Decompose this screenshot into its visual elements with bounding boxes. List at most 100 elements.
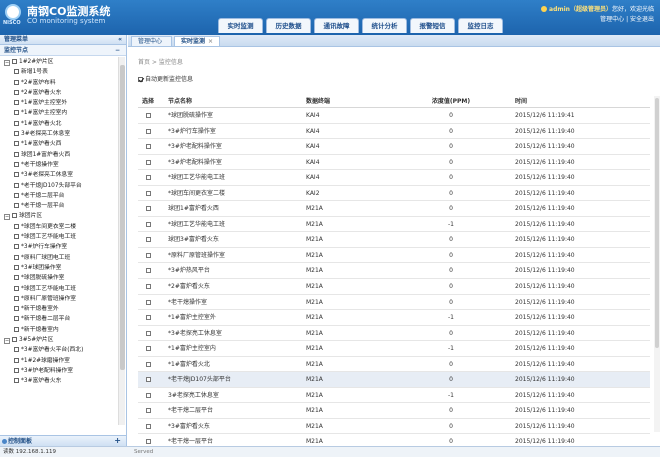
tree-toggle-icon[interactable]: −: [4, 338, 10, 345]
tree-checkbox[interactable]: [12, 59, 17, 64]
tab-realtime[interactable]: 实时监测 ×: [174, 36, 221, 46]
tree-node[interactable]: *3#富炉看火平台(西北): [0, 345, 117, 355]
tree-checkbox[interactable]: [14, 79, 19, 85]
tree-node[interactable]: *1#富炉主控室内: [0, 108, 117, 118]
row-checkbox[interactable]: [145, 190, 151, 196]
tree-checkbox[interactable]: [14, 141, 19, 147]
tree-checkbox[interactable]: [14, 151, 19, 157]
row-checkbox[interactable]: [145, 159, 151, 165]
tree-node[interactable]: *1#富炉看火北: [0, 119, 117, 129]
table-row[interactable]: *原料厂原管班操作室 M21A 0 2015/12/6 11:19:40: [138, 248, 650, 264]
tree-checkbox[interactable]: [14, 357, 19, 363]
tree-checkbox[interactable]: [12, 213, 17, 219]
tree-node[interactable]: *2#富炉看火东: [0, 88, 117, 98]
tree-checkbox[interactable]: [14, 275, 19, 281]
table-row[interactable]: *球团车间更衣室二楼 KAI2 0 2015/12/6 11:19:40: [138, 186, 650, 202]
tree-checkbox[interactable]: [14, 172, 19, 178]
tree-checkbox[interactable]: [14, 254, 19, 260]
auto-refresh-checkbox[interactable]: [138, 77, 143, 82]
tree-toggle-icon[interactable]: −: [4, 214, 10, 221]
table-row[interactable]: *2#富炉看火东 M21A 0 2015/12/6 11:19:40: [138, 279, 650, 295]
row-checkbox[interactable]: [145, 175, 151, 181]
tree-checkbox[interactable]: [14, 285, 19, 291]
collapse-icon[interactable]: «: [118, 35, 122, 45]
row-checkbox[interactable]: [145, 377, 151, 383]
tree-checkbox[interactable]: [14, 264, 19, 270]
tree-node[interactable]: *2#富炉布料: [0, 78, 117, 88]
tree-node[interactable]: *老干熄操作室: [0, 160, 117, 170]
table-row[interactable]: *1#富炉主控室外 M21A -1 2015/12/6 11:19:40: [138, 310, 650, 326]
nav-tab[interactable]: 监控日志: [458, 18, 503, 33]
tree-checkbox[interactable]: [14, 120, 19, 126]
table-row[interactable]: *老干熄操作室 M21A 0 2015/12/6 11:19:40: [138, 295, 650, 311]
tree-group[interactable]: − 球团片区: [0, 211, 117, 221]
table-row[interactable]: *3#炉热风平台 M21A 0 2015/12/6 11:19:40: [138, 263, 650, 280]
table-row[interactable]: *3#富炉看火东 M21A 0 2015/12/6 11:19:40: [138, 419, 650, 435]
tree-checkbox[interactable]: [14, 234, 19, 240]
nav-tab[interactable]: 实时监测: [218, 18, 263, 33]
tree-node[interactable]: *老干熄JD107头部平台: [0, 181, 117, 191]
tab-manage-center[interactable]: 管理中心: [131, 36, 173, 46]
scroll-thumb[interactable]: [120, 65, 125, 370]
row-checkbox[interactable]: [145, 315, 151, 321]
row-checkbox[interactable]: [145, 284, 151, 290]
table-row[interactable]: *3#炉行车操作室 KAI4 0 2015/12/6 11:19:40: [138, 124, 650, 140]
tree-node[interactable]: *球团脱硫操作室: [0, 273, 117, 283]
table-row[interactable]: *3#老探亮工休息室 M21A 0 2015/12/6 11:19:40: [138, 326, 650, 342]
row-checkbox[interactable]: [145, 221, 151, 227]
tree-checkbox[interactable]: [14, 367, 19, 373]
monitor-node-section[interactable]: 监控节点 −: [0, 45, 126, 56]
tree-node[interactable]: *3#炉行车操作室: [0, 242, 117, 252]
table-row[interactable]: 球团3#富炉看火东 M21A 0 2015/12/6 11:19:40: [138, 232, 650, 248]
tree-node[interactable]: *老干熄二层平台: [0, 191, 117, 201]
expand-plus-icon[interactable]: +: [114, 436, 121, 446]
nav-tab[interactable]: 统计分析: [362, 18, 407, 33]
table-row[interactable]: *老干熄二层平台 M21A 0 2015/12/6 11:19:40: [138, 403, 650, 419]
table-row[interactable]: 3#老探亮工休息室 M21A -1 2015/12/6 11:19:40: [138, 388, 650, 404]
tree-node[interactable]: *1#富炉主控室外: [0, 98, 117, 108]
tree-checkbox[interactable]: [14, 131, 19, 137]
table-row[interactable]: *3#炉老配料操作室 KAI4 0 2015/12/6 11:19:40: [138, 155, 650, 171]
tree-node[interactable]: *原料厂球团电工班: [0, 253, 117, 263]
row-checkbox[interactable]: [145, 144, 151, 150]
tree-node[interactable]: 3#老探亮工休息室: [0, 129, 117, 139]
tree-checkbox[interactable]: [14, 244, 19, 250]
row-checkbox[interactable]: [145, 346, 151, 352]
table-row[interactable]: *1#富炉主控室内 M21A -1 2015/12/6 11:19:40: [138, 341, 650, 357]
tree-node[interactable]: *3#老探亮工休息室: [0, 170, 117, 180]
table-row[interactable]: *1#富炉看火北 M21A 0 2015/12/6 11:19:40: [138, 357, 650, 373]
tree-checkbox[interactable]: [14, 378, 19, 384]
row-checkbox[interactable]: [145, 268, 151, 274]
tree-node[interactable]: *原料厂原管班操作室: [0, 294, 117, 304]
header-links[interactable]: 管理中心 | 安全退出: [600, 14, 654, 23]
table-row[interactable]: *球团脱硫操作室 KAI4 0 2015/12/6 11:19:41: [138, 108, 650, 124]
tree-node[interactable]: *新干熄看二层平台: [0, 314, 117, 324]
tree-node[interactable]: *1#富炉看火西: [0, 139, 117, 149]
tree-node[interactable]: 新增1号表: [0, 67, 117, 77]
tree-checkbox[interactable]: [14, 89, 19, 95]
table-row[interactable]: *球团工艺华能电工班 KAI4 0 2015/12/6 11:19:40: [138, 170, 650, 186]
tree-checkbox[interactable]: [14, 110, 19, 116]
tree-checkbox[interactable]: [14, 161, 19, 167]
row-checkbox[interactable]: [145, 252, 151, 258]
tree-group[interactable]: − 3#5#炉片区: [0, 335, 117, 345]
tree-node[interactable]: *老干熄一层平台: [0, 201, 117, 211]
row-checkbox[interactable]: [145, 113, 151, 118]
row-checkbox[interactable]: [145, 423, 151, 429]
table-row[interactable]: *老干熄JD107头部平台 M21A 0 2015/12/6 11:19:40: [138, 372, 650, 388]
sidebar-scrollbar[interactable]: [118, 57, 125, 425]
tree-checkbox[interactable]: [14, 223, 19, 229]
row-checkbox[interactable]: [145, 299, 151, 305]
tree-checkbox[interactable]: [14, 295, 19, 301]
tree-node[interactable]: *新干熄看室内: [0, 325, 117, 335]
tree-node[interactable]: *球团工艺华能电工班: [0, 284, 117, 294]
tree-checkbox[interactable]: [14, 316, 19, 322]
tree-checkbox[interactable]: [12, 337, 17, 343]
row-checkbox[interactable]: [145, 408, 151, 414]
nav-tab[interactable]: 报警短信: [410, 18, 455, 33]
tree-toggle-icon[interactable]: −: [4, 60, 10, 66]
tree-node[interactable]: *3#富炉看火东: [0, 376, 117, 386]
row-checkbox[interactable]: [145, 237, 151, 243]
tree-checkbox[interactable]: [14, 182, 19, 188]
tree-checkbox[interactable]: [14, 192, 19, 198]
